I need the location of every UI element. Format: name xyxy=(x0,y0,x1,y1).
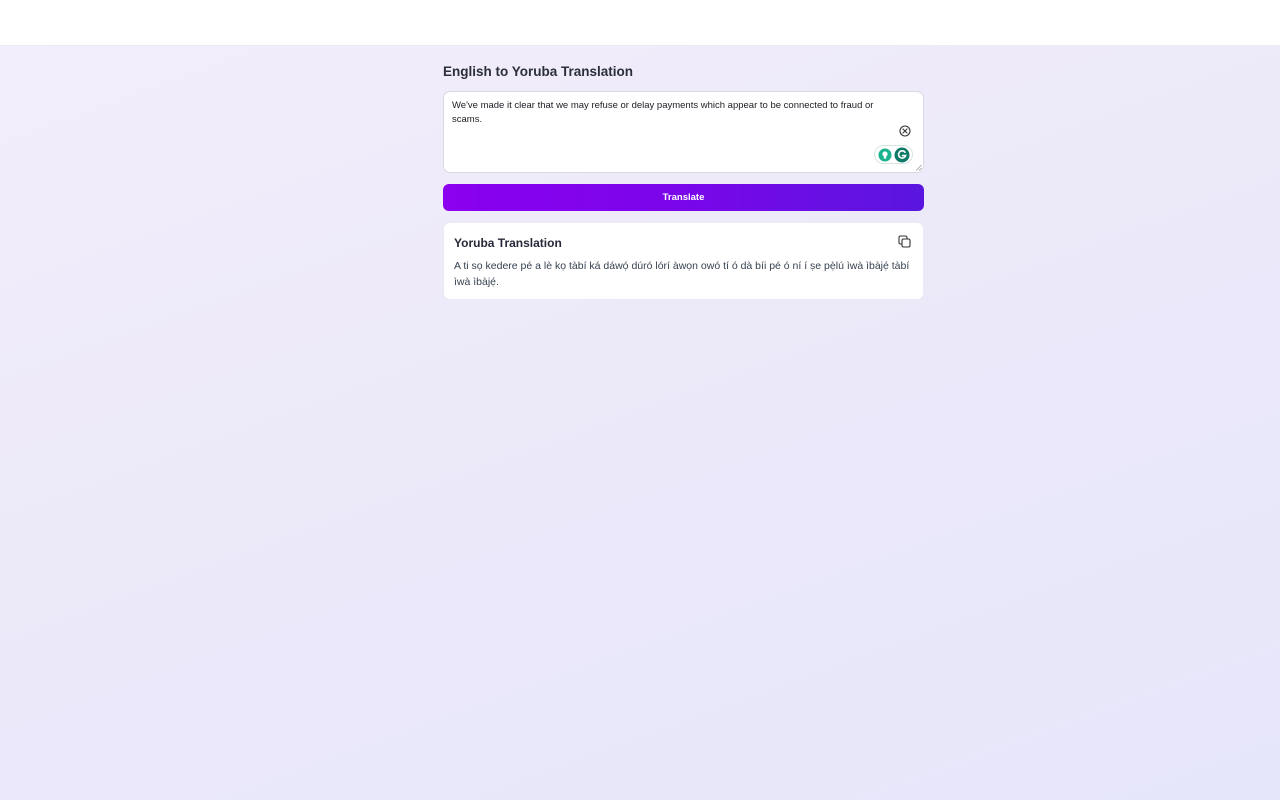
resize-handle-icon[interactable] xyxy=(915,164,922,171)
translator-panel: English to Yoruba Translation We've made… xyxy=(443,46,924,300)
source-text-value[interactable]: We've made it clear that we may refuse o… xyxy=(452,99,899,127)
top-bar xyxy=(0,0,1280,46)
page-title: English to Yoruba Translation xyxy=(443,64,634,79)
result-title: Yoruba Translation xyxy=(454,236,562,250)
copy-icon[interactable] xyxy=(898,235,911,248)
source-text-input[interactable]: We've made it clear that we may refuse o… xyxy=(443,91,924,173)
translation-result-card: Yoruba Translation A ti sọ kedere pé a l… xyxy=(443,222,924,300)
clear-input-icon[interactable] xyxy=(899,125,911,137)
grammarly-icon[interactable] xyxy=(894,147,910,163)
translation-text: A ti sọ kedere pé a lè kọ tàbí ká dáwọ́ … xyxy=(454,260,910,288)
writing-assistant-pill[interactable] xyxy=(874,145,913,164)
lightbulb-icon[interactable] xyxy=(878,148,892,162)
translate-button[interactable]: Translate xyxy=(443,184,924,211)
